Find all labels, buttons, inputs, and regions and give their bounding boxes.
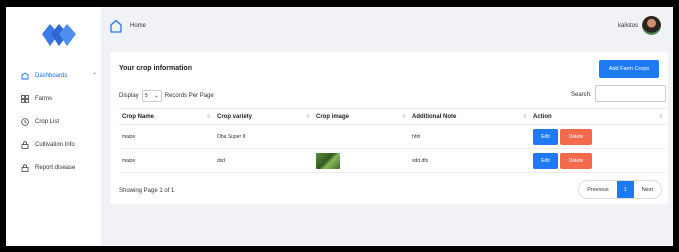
- topbar: Home kalistos: [101, 7, 673, 45]
- edit-button[interactable]: Edit: [533, 152, 558, 169]
- table-header: Crop Name ⇅ Crop variety ⇅ Crop image ⇅ Add…: [119, 108, 666, 125]
- breadcrumb-home[interactable]: Home: [130, 23, 146, 29]
- cell-additional-note: sdd dfs: [412, 157, 429, 164]
- app-window: Dashboards ⌃ Farms Crop List Cultivation…: [6, 7, 673, 246]
- pagination: Previous 1 Next: [578, 180, 662, 199]
- sort-icon[interactable]: ⇅: [523, 114, 527, 120]
- add-farm-crops-button[interactable]: Add Farm Crops: [599, 60, 659, 78]
- sidebar-item-label: Crop List: [35, 118, 60, 125]
- sidebar-item-cultivation-info[interactable]: Cultivation Info: [21, 133, 101, 156]
- chevron-down-icon: ⌄: [154, 93, 159, 99]
- sidebar-item-label: Cultivation Info: [35, 141, 75, 148]
- cell-additional-note: hhh: [412, 133, 421, 140]
- records-per-page: Display 5 ⌄ Records Per Page: [119, 90, 214, 102]
- sidebar-item-farms[interactable]: Farms: [21, 87, 101, 110]
- delete-button[interactable]: Delete: [560, 152, 592, 169]
- card-title: Your crop information: [119, 65, 192, 72]
- showing-page-text: Showing Page 1 of 1: [119, 188, 175, 194]
- cell-crop-image: [313, 149, 409, 172]
- cell-crop-variety: dsd: [217, 157, 226, 164]
- edit-button[interactable]: Edit: [533, 128, 558, 145]
- search-input[interactable]: [595, 85, 666, 102]
- sidebar-nav: Dashboards ⌃ Farms Crop List Cultivation…: [21, 64, 101, 179]
- user-name[interactable]: kalistos: [618, 23, 638, 29]
- lock-icon: [21, 163, 29, 172]
- records-label: Records Per Page: [164, 93, 214, 99]
- column-header-crop-image[interactable]: Crop image ⇅: [313, 109, 409, 124]
- crop-table: Crop Name ⇅ Crop variety ⇅ Crop image ⇅ Add…: [119, 108, 666, 173]
- cell-crop-name: maize: [122, 157, 136, 164]
- records-per-page-value: 5: [144, 93, 148, 99]
- home-icon[interactable]: [109, 19, 123, 33]
- column-header-crop-name[interactable]: Crop Name ⇅: [119, 109, 214, 124]
- sort-icon[interactable]: ⇅: [659, 114, 663, 120]
- sidebar-item-label: Farms: [35, 95, 52, 102]
- dashboard-icon: [21, 71, 29, 80]
- lock-icon: [21, 140, 29, 149]
- cell-action: Edit Delete: [530, 149, 666, 172]
- table-row: maize dsd sdd dfs Edit Delete: [119, 149, 666, 173]
- sidebar-item-report-disease[interactable]: Report disease: [21, 156, 101, 179]
- delete-button[interactable]: Delete: [560, 128, 592, 145]
- cell-action: Edit Delete: [530, 125, 666, 148]
- grid-icon: [21, 94, 29, 103]
- column-header-action[interactable]: Action ⇅: [530, 109, 666, 124]
- sidebar-item-crop-list[interactable]: Crop List: [21, 110, 101, 133]
- cell-crop-name: maize: [122, 133, 136, 140]
- column-header-crop-variety[interactable]: Crop variety ⇅: [214, 109, 313, 124]
- sidebar-item-label: Report disease: [35, 164, 76, 171]
- cell-crop-image: [313, 125, 409, 148]
- crop-image-thumbnail[interactable]: [316, 152, 340, 169]
- sidebar-item-dashboards[interactable]: Dashboards ⌃: [21, 64, 101, 87]
- cell-crop-variety: Oba Super II: [217, 133, 246, 140]
- records-per-page-select[interactable]: 5 ⌄: [141, 90, 162, 102]
- sidebar-item-label: Dashboards: [35, 72, 68, 79]
- chevron-up-icon[interactable]: ⌃: [92, 72, 97, 79]
- avatar[interactable]: [642, 16, 661, 35]
- search-label: Search:: [571, 92, 592, 98]
- column-header-additional-note[interactable]: Additional Note ⇅: [409, 109, 530, 124]
- crop-info-card: Your crop information Add Farm Crops Dis…: [110, 52, 668, 204]
- sort-icon[interactable]: ⇅: [306, 114, 310, 120]
- sidebar: Dashboards ⌃ Farms Crop List Cultivation…: [6, 7, 101, 246]
- display-label: Display: [119, 93, 139, 99]
- logo-icon[interactable]: [42, 24, 76, 46]
- table-row: maize Oba Super II hhh Edit Delete: [119, 125, 666, 149]
- sort-icon[interactable]: ⇅: [207, 114, 211, 120]
- next-page-button[interactable]: Next: [634, 181, 661, 198]
- sort-icon[interactable]: ⇅: [402, 114, 406, 120]
- clock-icon: [21, 117, 29, 126]
- previous-page-button[interactable]: Previous: [579, 181, 616, 198]
- page-1-button[interactable]: 1: [616, 181, 634, 198]
